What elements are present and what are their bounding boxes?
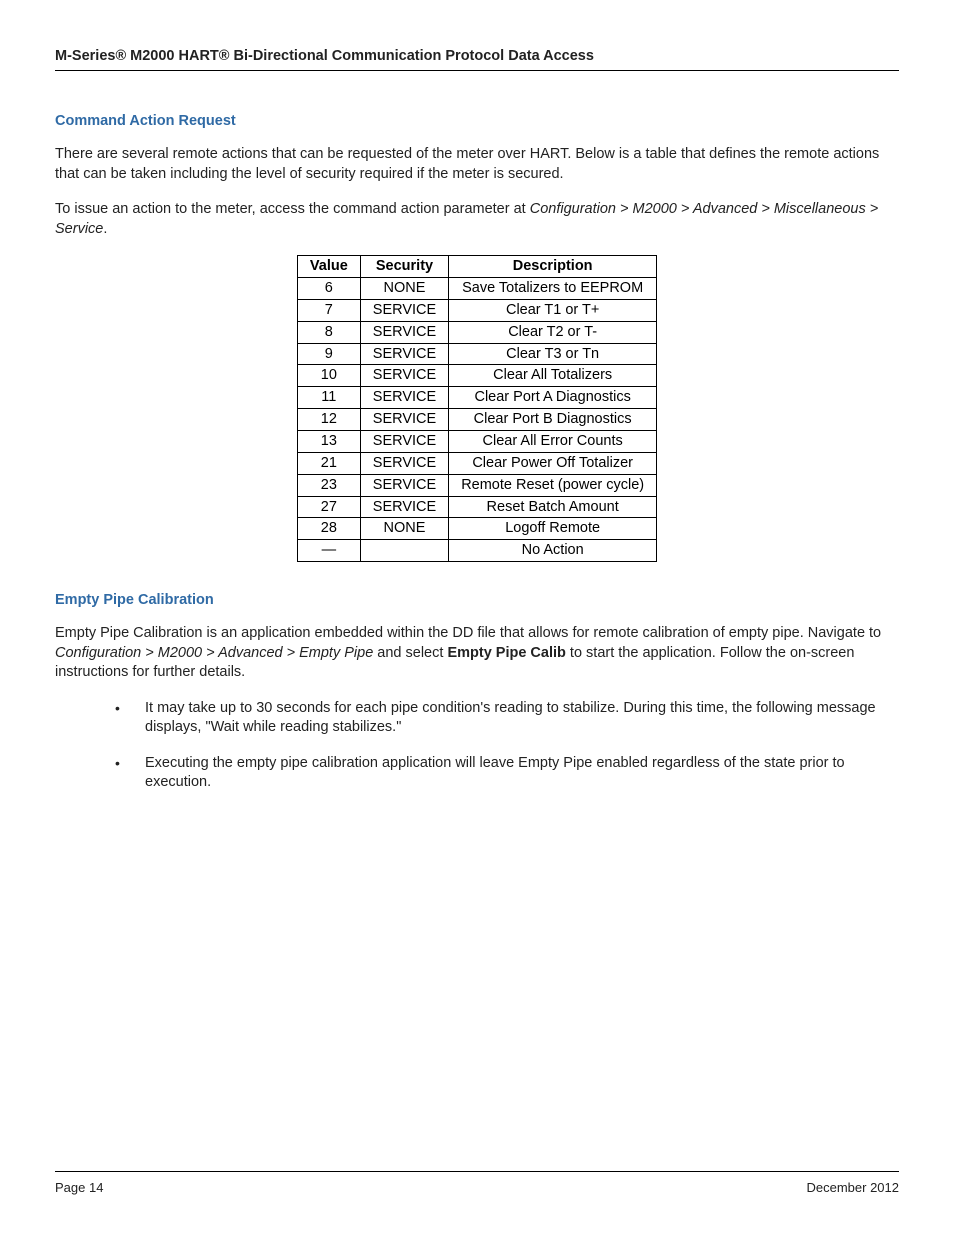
command-action-para-1: There are several remote actions that ca… [55,145,899,184]
page-header-title: M-Series® M2000 HART® Bi-Directional Com… [55,48,899,71]
table-cell-description: Clear T3 or Tn [449,343,657,365]
table-row: 8SERVICEClear T2 or T- [297,321,656,343]
table-cell-value: 11 [297,387,360,409]
table-cell-description: Clear All Totalizers [449,365,657,387]
table-cell-security: SERVICE [360,365,448,387]
table-cell-description: Save Totalizers to EEPROM [449,278,657,300]
table-cell-value: 21 [297,452,360,474]
empty-pipe-para-1: Empty Pipe Calibration is an application… [55,624,899,683]
table-cell-description: Reset Batch Amount [449,496,657,518]
bullet-list: It may take up to 30 seconds for each pi… [55,699,899,793]
table-cell-value: 13 [297,431,360,453]
table-cell-description: Clear Port B Diagnostics [449,409,657,431]
text-segment: Empty Pipe Calibration is an application… [55,625,881,641]
footer-date: December 2012 [807,1180,900,1195]
table-cell-security: SERVICE [360,496,448,518]
table-cell-value: — [297,540,360,562]
table-cell-value: 28 [297,518,360,540]
table-cell-value: 10 [297,365,360,387]
table-row: 23SERVICERemote Reset (power cycle) [297,474,656,496]
table-row: 11SERVICEClear Port A Diagnostics [297,387,656,409]
list-item: Executing the empty pipe calibration app… [115,754,899,793]
table-cell-security [360,540,448,562]
table-cell-value: 9 [297,343,360,365]
table-cell-description: No Action [449,540,657,562]
table-cell-value: 27 [297,496,360,518]
page-footer: Page 14 December 2012 [55,1171,899,1195]
table-row: 7SERVICEClear T1 or T+ [297,299,656,321]
table-cell-security: SERVICE [360,431,448,453]
table-cell-description: Clear T2 or T- [449,321,657,343]
table-header-security: Security [360,256,448,278]
table-cell-value: 8 [297,321,360,343]
table-cell-value: 23 [297,474,360,496]
table-cell-security: SERVICE [360,343,448,365]
table-cell-security: SERVICE [360,409,448,431]
table-row: 21SERVICEClear Power Off Totalizer [297,452,656,474]
table-cell-description: Clear Port A Diagnostics [449,387,657,409]
table-row: 9SERVICEClear T3 or Tn [297,343,656,365]
table-row: 13SERVICEClear All Error Counts [297,431,656,453]
section-heading-command-action: Command Action Request [55,113,899,129]
table-row: 28NONELogoff Remote [297,518,656,540]
table-row: 6NONESave Totalizers to EEPROM [297,278,656,300]
list-item: It may take up to 30 seconds for each pi… [115,699,899,738]
table-cell-description: Logoff Remote [449,518,657,540]
table-row: 12SERVICEClear Port B Diagnostics [297,409,656,431]
command-action-table: Value Security Description 6NONESave Tot… [297,255,657,562]
table-cell-security: SERVICE [360,299,448,321]
table-cell-description: Remote Reset (power cycle) [449,474,657,496]
table-header-value: Value [297,256,360,278]
table-cell-security: NONE [360,278,448,300]
table-cell-value: 6 [297,278,360,300]
table-row: 10SERVICEClear All Totalizers [297,365,656,387]
table-header-row: Value Security Description [297,256,656,278]
text-segment: and select [373,645,447,661]
table-cell-value: 7 [297,299,360,321]
footer-page-number: Page 14 [55,1180,103,1195]
text-segment: To issue an action to the meter, access … [55,201,530,217]
table-cell-security: SERVICE [360,321,448,343]
table-cell-security: SERVICE [360,387,448,409]
table-cell-security: SERVICE [360,474,448,496]
command-action-para-2: To issue an action to the meter, access … [55,200,899,239]
text-segment: . [103,221,107,237]
table-cell-value: 12 [297,409,360,431]
nav-path: Configuration > M2000 > Advanced > Empty… [55,645,373,661]
table-row: — No Action [297,540,656,562]
table-cell-security: SERVICE [360,452,448,474]
section-heading-empty-pipe: Empty Pipe Calibration [55,592,899,608]
bold-label: Empty Pipe Calib [447,645,565,661]
table-cell-description: Clear Power Off Totalizer [449,452,657,474]
table-header-description: Description [449,256,657,278]
table-cell-security: NONE [360,518,448,540]
table-cell-description: Clear T1 or T+ [449,299,657,321]
table-row: 27SERVICEReset Batch Amount [297,496,656,518]
table-cell-description: Clear All Error Counts [449,431,657,453]
